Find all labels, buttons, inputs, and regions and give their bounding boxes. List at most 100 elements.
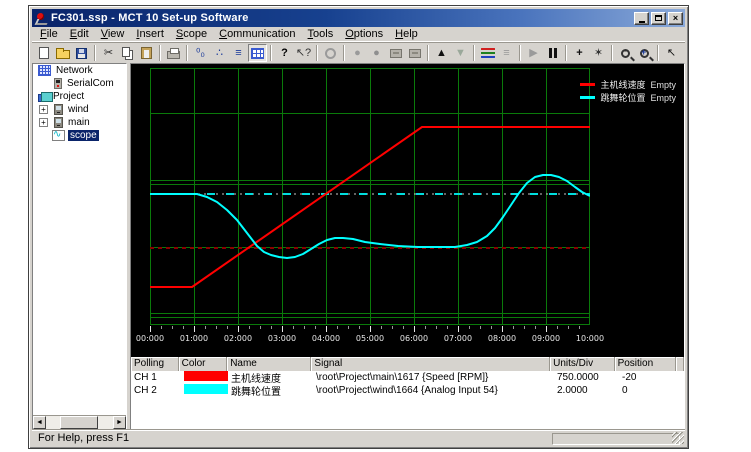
maximize-icon	[655, 15, 662, 21]
scope-view: 00:00001:00002:00003:00004:00005:00006:0…	[130, 63, 685, 430]
menu-item-edit[interactable]: Edit	[64, 27, 95, 42]
parameter-numeric-view-icon[interactable]: ⁰₀	[191, 44, 210, 62]
zoom-out-icon[interactable]	[616, 44, 635, 62]
move-up-icon[interactable]: ▲	[432, 44, 451, 62]
paste-icon[interactable]	[137, 44, 156, 62]
column-header-units-div[interactable]: Units/Div	[550, 357, 614, 371]
zoom-box-icon[interactable]: ▭	[681, 44, 685, 62]
client-area: NetworkSerialComProject+wind+mainscope ◄…	[32, 63, 685, 430]
toolbar-separator	[159, 45, 161, 61]
copy-icon[interactable]	[118, 44, 137, 62]
legend-channel-name: 跳舞轮位置	[600, 91, 645, 104]
read-from-drive-icon	[409, 49, 421, 58]
column-header-blank[interactable]	[676, 357, 684, 371]
record-icon[interactable]: ●	[367, 44, 386, 62]
network-scan-icon[interactable]	[321, 44, 340, 62]
close-button[interactable]: ×	[668, 12, 683, 25]
paste-icon	[141, 47, 152, 59]
resize-grip[interactable]	[672, 432, 684, 444]
desktop-background: FC301.ssp - MCT 10 Set-up Software × Fil…	[0, 0, 751, 452]
x-axis-label: 06:000	[397, 334, 431, 343]
parameter-list-view-icon[interactable]: ≡	[229, 44, 248, 62]
scroll-right-button[interactable]: ►	[113, 416, 126, 429]
scope-waves-icon[interactable]	[478, 44, 497, 62]
sorted-parameter-view-icon[interactable]: ∴	[210, 44, 229, 62]
expand-box[interactable]: +	[39, 105, 48, 114]
channel-row-ch1[interactable]: CH 1主机线速度\root\Project\main\1617 {Speed …	[131, 371, 684, 384]
open-file-icon[interactable]	[53, 44, 72, 62]
zoom-in-icon[interactable]	[635, 44, 654, 62]
column-header-position[interactable]: Position	[615, 357, 676, 371]
copy-icon	[122, 47, 130, 57]
context-help-icon[interactable]: ↖?	[294, 44, 313, 62]
menu-item-scope[interactable]: Scope	[170, 27, 213, 42]
column-header-signal[interactable]: Signal	[311, 357, 550, 371]
scroll-left-button[interactable]: ◄	[33, 416, 46, 429]
toolbar-separator	[611, 45, 613, 61]
tree-item-serialcom[interactable]: SerialCom	[33, 77, 126, 90]
menu-item-view[interactable]: View	[95, 27, 131, 42]
column-header-polling[interactable]: Polling	[131, 357, 179, 371]
zoom-in-icon	[640, 49, 649, 58]
scope-legend: 主机线速度Empty跳舞轮位置Empty	[580, 78, 676, 104]
channel-table-body: CH 1主机线速度\root\Project\main\1617 {Speed …	[131, 371, 684, 397]
pause-icon[interactable]	[543, 44, 562, 62]
status-pane	[552, 433, 680, 445]
stop-communication-icon[interactable]: ●	[348, 44, 367, 62]
title-bar[interactable]: FC301.ssp - MCT 10 Set-up Software ×	[32, 9, 685, 27]
x-axis-label: 10:000	[573, 334, 607, 343]
expand-box[interactable]: +	[39, 118, 48, 127]
tracking-icon[interactable]: ✶	[589, 44, 608, 62]
write-to-drive-icon[interactable]	[386, 44, 405, 62]
menu-item-help[interactable]: Help	[389, 27, 424, 42]
channel-row-ch2[interactable]: CH 2跳舞轮位置\root\Project\wind\1664 {Analog…	[131, 384, 684, 397]
read-from-drive-icon[interactable]	[405, 44, 424, 62]
tree-item-wind[interactable]: +wind	[33, 103, 126, 116]
trace-lines-icon[interactable]: ≡	[497, 44, 516, 62]
tree-item-scope[interactable]: scope	[33, 129, 126, 142]
toolbar-separator	[657, 45, 659, 61]
x-axis-label: 09:000	[529, 334, 563, 343]
scrollbar-track[interactable]	[46, 416, 113, 429]
channel-table-header: PollingColorNameSignalUnits/DivPosition	[131, 357, 684, 371]
column-header-name[interactable]: Name	[227, 357, 311, 371]
menu-item-tools[interactable]: Tools	[302, 27, 340, 42]
print-icon[interactable]	[164, 44, 183, 62]
cut-icon[interactable]: ✂	[99, 44, 118, 62]
tree-item-project[interactable]: Project	[33, 90, 126, 103]
print-icon	[167, 51, 180, 59]
play-icon[interactable]: ▶	[524, 44, 543, 62]
tree-item-main[interactable]: +main	[33, 116, 126, 129]
tree-item-label: Project	[51, 91, 86, 102]
save-icon[interactable]	[72, 44, 91, 62]
pan-mode-icon[interactable]: +	[570, 44, 589, 62]
menu-item-communication[interactable]: Communication	[213, 27, 301, 42]
toolbar-separator	[94, 45, 96, 61]
menu-item-options[interactable]: Options	[339, 27, 389, 42]
cell-polling: CH 1	[131, 372, 179, 383]
cell-color	[179, 384, 228, 397]
network-icon	[38, 65, 51, 76]
help-icon[interactable]: ?	[275, 44, 294, 62]
column-header-color[interactable]: Color	[179, 357, 228, 371]
menu-item-insert[interactable]: Insert	[130, 27, 170, 42]
x-axis-label: 00:000	[133, 334, 167, 343]
x-axis-label: 04:000	[309, 334, 343, 343]
scrollbar-thumb[interactable]	[60, 416, 98, 429]
menu-item-file[interactable]: File	[34, 27, 64, 42]
move-down-icon[interactable]: ▼	[451, 44, 470, 62]
select-cursor-icon[interactable]: ↖	[662, 44, 681, 62]
maximize-button[interactable]	[651, 12, 666, 25]
project-tree-panel: NetworkSerialComProject+wind+mainscope ◄…	[32, 63, 127, 430]
cell-signal: \root\Project\main\1617 {Speed [RPM]}	[313, 372, 554, 383]
tree-horizontal-scrollbar[interactable]: ◄ ►	[33, 415, 126, 429]
scope-plot-area[interactable]: 00:00001:00002:00003:00004:00005:00006:0…	[131, 64, 684, 357]
x-axis-label: 01:000	[177, 334, 211, 343]
minimize-button[interactable]	[634, 12, 649, 25]
tree-item-network[interactable]: Network	[33, 64, 126, 77]
scope-icon	[52, 130, 65, 141]
new-document-icon[interactable]	[34, 44, 53, 62]
parameter-grid-view-icon[interactable]	[248, 44, 267, 62]
channel-color-swatch	[184, 384, 228, 394]
write-to-drive-icon	[390, 49, 402, 58]
